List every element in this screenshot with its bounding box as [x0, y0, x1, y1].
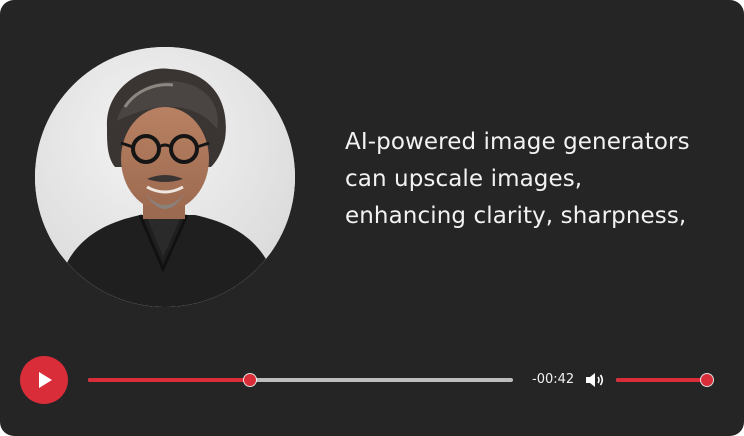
seek-handle[interactable] — [243, 374, 256, 386]
volume-handle[interactable] — [701, 374, 713, 386]
transcript-caption: AI-powered image generators can upscale … — [345, 129, 690, 229]
time-remaining: -00:42 — [532, 372, 575, 387]
play-button[interactable] — [20, 356, 68, 404]
volume-slider[interactable] — [616, 372, 713, 388]
volume-level-fill — [616, 378, 707, 382]
seek-progress-fill — [88, 378, 250, 382]
play-icon — [39, 372, 52, 388]
volume-icon — [586, 373, 604, 387]
audio-player-card: AI-powered image generators can upscale … — [0, 0, 744, 436]
seek-slider[interactable] — [88, 372, 513, 388]
mute-button[interactable] — [584, 369, 606, 391]
speaker-portrait — [35, 47, 295, 307]
speaker-photo — [35, 47, 295, 307]
